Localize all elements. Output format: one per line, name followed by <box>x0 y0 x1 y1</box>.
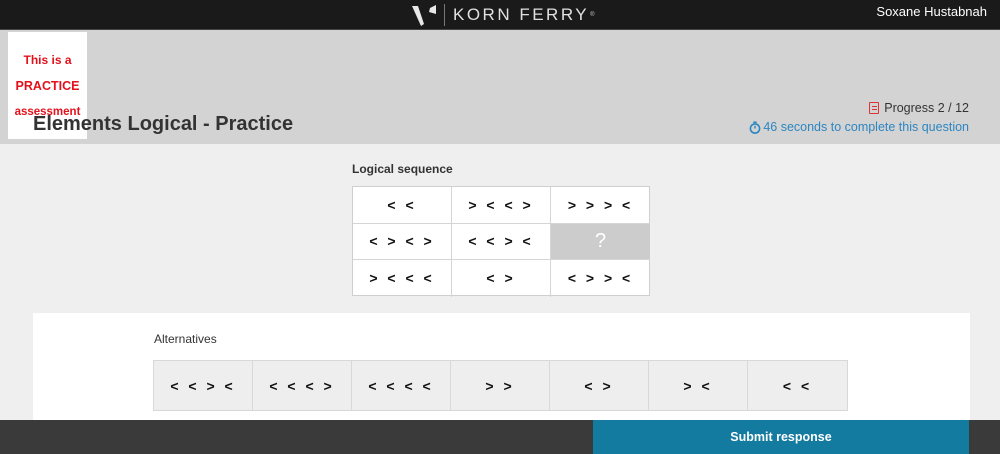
sequence-label: Logical sequence <box>352 162 453 176</box>
sequence-cell: < < <box>353 187 452 224</box>
alternative-option-6[interactable]: > < <box>649 361 748 410</box>
alternative-option-1[interactable]: < < > < <box>154 361 253 410</box>
alternatives-label: Alternatives <box>154 332 217 346</box>
progress-indicator: Progress 2 / 12 <box>869 101 969 115</box>
logo-divider <box>444 4 445 26</box>
assessment-header: This is a PRACTICE assessment Elements L… <box>0 30 1000 144</box>
logo-text: KORN FERRY <box>453 5 590 24</box>
alternative-option-4[interactable]: > > <box>451 361 550 410</box>
practice-badge-line2: PRACTICE <box>15 78 80 93</box>
sequence-cell: > > > < <box>551 187 650 224</box>
sequence-cell: < < > < <box>452 223 551 261</box>
logo-registered-mark: ® <box>590 12 595 18</box>
timer-text: 46 seconds to complete this question <box>763 120 969 134</box>
progress-label: Progress 2 / 12 <box>884 101 969 115</box>
document-icon <box>869 102 880 114</box>
alternative-option-2[interactable]: < < < > <box>253 361 352 410</box>
top-bar: KORN FERRY ® Soxane Hustabnah <box>0 0 1000 30</box>
alternative-option-3[interactable]: < < < < <box>352 361 451 410</box>
sequence-cell: > < < > <box>452 187 551 224</box>
sequence-cell: < > < > <box>353 223 452 261</box>
submit-response-button[interactable]: Submit response <box>593 420 969 454</box>
user-name[interactable]: Soxane Hustabnah <box>876 4 987 19</box>
logical-sequence-grid: < < > < < > > > > < < > < > < < > < ? > … <box>352 186 650 297</box>
stopwatch-icon <box>749 120 761 134</box>
sequence-cell: < > > < <box>567 270 634 287</box>
alternative-option-7[interactable]: < < <box>748 361 847 410</box>
practice-badge-line1: This is a <box>23 52 72 67</box>
sequence-cell: < > <box>452 260 551 297</box>
korn-ferry-logo: KORN FERRY ® <box>410 0 595 30</box>
sequence-cell: > < < < <box>353 260 452 297</box>
korn-ferry-logo-icon <box>410 2 440 28</box>
alternatives-panel: Alternatives < < > < < < < > < < < < > >… <box>33 313 970 423</box>
page-title: Elements Logical - Practice <box>33 113 294 135</box>
alternative-option-5[interactable]: < > <box>550 361 649 410</box>
question-timer: 46 seconds to complete this question <box>749 120 969 134</box>
footer-bar: Submit response <box>0 420 1000 454</box>
alternatives-options: < < > < < < < > < < < < > > < > > < < < <box>153 360 848 411</box>
missing-cell-question-mark: ? <box>551 223 650 261</box>
